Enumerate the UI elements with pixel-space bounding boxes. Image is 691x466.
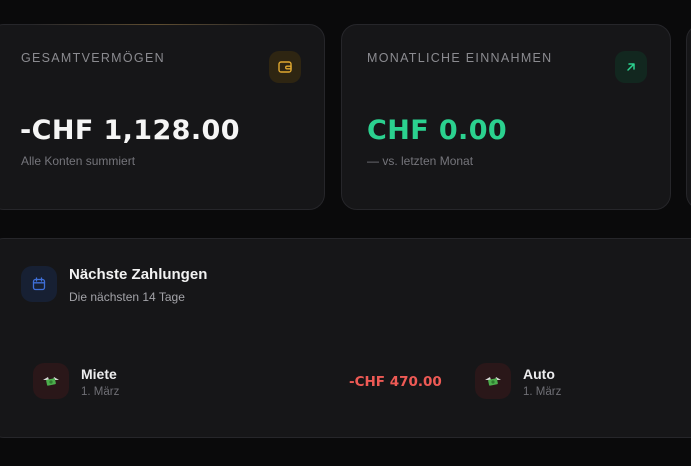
dashboard: GESAMTVERMÖGEN -CHF 1,128.00 Alle Konten… <box>0 0 691 466</box>
wallet-icon <box>269 51 301 83</box>
upcoming-payments-subtitle: Die nächsten 14 Tage <box>69 290 185 304</box>
monthly-income-label: MONATLICHE EINNAHMEN <box>367 51 553 65</box>
payment-date: 1. März <box>523 386 562 398</box>
calendar-icon <box>21 266 57 302</box>
total-assets-label: GESAMTVERMÖGEN <box>21 51 165 65</box>
money-wings-icon <box>33 363 69 399</box>
money-wings-icon <box>475 363 511 399</box>
monthly-income-value: CHF 0.00 <box>367 115 508 146</box>
monthly-income-card: MONATLICHE EINNAHMEN CHF 0.00 — vs. letz… <box>341 24 671 210</box>
total-assets-card: GESAMTVERMÖGEN -CHF 1,128.00 Alle Konten… <box>0 24 325 210</box>
payment-name: Auto <box>523 366 555 382</box>
total-assets-subtitle: Alle Konten summiert <box>21 154 136 168</box>
payment-date: 1. März <box>81 386 120 398</box>
upcoming-payments-title: Nächste Zahlungen <box>69 266 208 283</box>
arrow-up-right-icon <box>615 51 647 83</box>
next-stat-card <box>686 24 691 210</box>
payment-item[interactable]: Auto 1. März <box>475 363 675 401</box>
payment-name: Miete <box>81 366 117 382</box>
total-assets-value: -CHF 1,128.00 <box>20 115 240 146</box>
payment-item[interactable]: Miete 1. März -CHF 470.00 <box>33 363 453 401</box>
upcoming-payments-card: Nächste Zahlungen Die nächsten 14 Tage M… <box>0 238 691 438</box>
monthly-income-subtitle: — vs. letzten Monat <box>367 154 474 168</box>
payment-amount: -CHF 470.00 <box>349 374 442 390</box>
